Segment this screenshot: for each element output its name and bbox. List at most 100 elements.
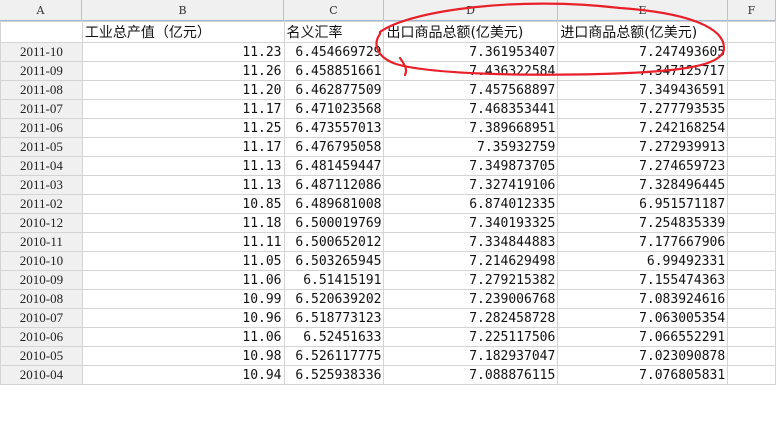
date-cell[interactable]: 2010-04	[0, 365, 83, 385]
value-cell-d[interactable]: 7.468353441	[383, 99, 559, 119]
value-cell-d[interactable]: 7.279215382	[383, 270, 559, 290]
date-cell[interactable]: 2011-08	[0, 80, 83, 100]
value-cell-c[interactable]: 6.473557013	[283, 118, 385, 138]
column-header-e[interactable]: E	[558, 0, 728, 21]
date-cell[interactable]: 2011-02	[0, 194, 83, 214]
value-cell-e[interactable]: 7.347125717	[557, 61, 729, 81]
value-cell-f[interactable]	[727, 346, 776, 366]
header-cell-a[interactable]	[0, 21, 83, 43]
value-cell-c[interactable]: 6.454669729	[283, 42, 385, 62]
column-header-b[interactable]: B	[82, 0, 284, 21]
value-cell-f[interactable]	[727, 251, 776, 271]
value-cell-d[interactable]: 7.340193325	[383, 213, 559, 233]
value-cell-f[interactable]	[727, 156, 776, 176]
value-cell-f[interactable]	[727, 175, 776, 195]
date-cell[interactable]: 2010-09	[0, 270, 83, 290]
value-cell-c[interactable]: 6.487112086	[283, 175, 385, 195]
date-cell[interactable]: 2010-07	[0, 308, 83, 328]
value-cell-e[interactable]: 7.277793535	[557, 99, 729, 119]
value-cell-b[interactable]: 11.06	[81, 270, 285, 290]
value-cell-e[interactable]: 7.066552291	[557, 327, 729, 347]
column-header-c[interactable]: C	[284, 0, 384, 21]
value-cell-b[interactable]: 10.98	[81, 346, 285, 366]
value-cell-e[interactable]: 6.99492331	[557, 251, 729, 271]
value-cell-c[interactable]: 6.525938336	[283, 365, 385, 385]
value-cell-e[interactable]: 7.076805831	[557, 365, 729, 385]
value-cell-c[interactable]: 6.481459447	[283, 156, 385, 176]
value-cell-f[interactable]	[727, 270, 776, 290]
value-cell-f[interactable]	[727, 308, 776, 328]
value-cell-f[interactable]	[727, 137, 776, 157]
value-cell-e[interactable]: 7.063005354	[557, 308, 729, 328]
value-cell-e[interactable]: 7.247493605	[557, 42, 729, 62]
value-cell-b[interactable]: 11.17	[81, 137, 285, 157]
value-cell-e[interactable]: 7.272939913	[557, 137, 729, 157]
value-cell-c[interactable]: 6.52451633	[283, 327, 385, 347]
value-cell-d[interactable]: 7.225117506	[383, 327, 559, 347]
value-cell-d[interactable]: 7.457568897	[383, 80, 559, 100]
value-cell-e[interactable]: 7.083924616	[557, 289, 729, 309]
value-cell-c[interactable]: 6.526117775	[283, 346, 385, 366]
value-cell-e[interactable]: 7.023090878	[557, 346, 729, 366]
value-cell-e[interactable]: 7.349436591	[557, 80, 729, 100]
value-cell-c[interactable]: 6.489681008	[283, 194, 385, 214]
value-cell-b[interactable]: 11.13	[81, 156, 285, 176]
date-cell[interactable]: 2010-10	[0, 251, 83, 271]
value-cell-d[interactable]: 7.389668951	[383, 118, 559, 138]
date-cell[interactable]: 2011-09	[0, 61, 83, 81]
value-cell-b[interactable]: 11.25	[81, 118, 285, 138]
value-cell-c[interactable]: 6.518773123	[283, 308, 385, 328]
value-cell-b[interactable]: 11.13	[81, 175, 285, 195]
column-header-d[interactable]: D	[384, 0, 558, 21]
date-cell[interactable]: 2010-08	[0, 289, 83, 309]
value-cell-f[interactable]	[727, 194, 776, 214]
column-header-f[interactable]: F	[728, 0, 776, 21]
value-cell-b[interactable]: 11.17	[81, 99, 285, 119]
value-cell-d[interactable]: 7.361953407	[383, 42, 559, 62]
value-cell-e[interactable]: 7.242168254	[557, 118, 729, 138]
value-cell-d[interactable]: 7.214629498	[383, 251, 559, 271]
date-cell[interactable]: 2010-05	[0, 346, 83, 366]
value-cell-f[interactable]	[727, 327, 776, 347]
value-cell-c[interactable]: 6.500652012	[283, 232, 385, 252]
value-cell-d[interactable]: 7.282458728	[383, 308, 559, 328]
date-cell[interactable]: 2011-07	[0, 99, 83, 119]
column-header-a[interactable]: A	[0, 0, 82, 21]
value-cell-f[interactable]	[727, 80, 776, 100]
date-cell[interactable]: 2011-04	[0, 156, 83, 176]
value-cell-b[interactable]: 11.26	[81, 61, 285, 81]
value-cell-d[interactable]: 7.436322584	[383, 61, 559, 81]
date-cell[interactable]: 2011-06	[0, 118, 83, 138]
value-cell-e[interactable]: 7.254835339	[557, 213, 729, 233]
value-cell-f[interactable]	[727, 289, 776, 309]
value-cell-b[interactable]: 11.23	[81, 42, 285, 62]
value-cell-b[interactable]: 10.99	[81, 289, 285, 309]
value-cell-c[interactable]: 6.500019769	[283, 213, 385, 233]
value-cell-f[interactable]	[727, 61, 776, 81]
value-cell-d[interactable]: 7.327419106	[383, 175, 559, 195]
value-cell-b[interactable]: 11.06	[81, 327, 285, 347]
date-cell[interactable]: 2011-05	[0, 137, 83, 157]
value-cell-d[interactable]: 7.088876115	[383, 365, 559, 385]
date-cell[interactable]: 2010-06	[0, 327, 83, 347]
value-cell-d[interactable]: 6.874012335	[383, 194, 559, 214]
value-cell-b[interactable]: 10.96	[81, 308, 285, 328]
value-cell-e[interactable]: 7.274659723	[557, 156, 729, 176]
value-cell-f[interactable]	[727, 232, 776, 252]
value-cell-c[interactable]: 6.520639202	[283, 289, 385, 309]
value-cell-b[interactable]: 10.94	[81, 365, 285, 385]
header-cell-e[interactable]: 进口商品总额(亿美元)	[557, 21, 729, 43]
value-cell-f[interactable]	[727, 99, 776, 119]
value-cell-d[interactable]: 7.239006768	[383, 289, 559, 309]
value-cell-b[interactable]: 11.11	[81, 232, 285, 252]
value-cell-b[interactable]: 11.05	[81, 251, 285, 271]
value-cell-e[interactable]: 6.951571187	[557, 194, 729, 214]
value-cell-b[interactable]: 11.20	[81, 80, 285, 100]
value-cell-c[interactable]: 6.503265945	[283, 251, 385, 271]
date-cell[interactable]: 2010-12	[0, 213, 83, 233]
value-cell-e[interactable]: 7.155474363	[557, 270, 729, 290]
value-cell-d[interactable]: 7.334844883	[383, 232, 559, 252]
value-cell-c[interactable]: 6.471023568	[283, 99, 385, 119]
value-cell-d[interactable]: 7.35932759	[383, 137, 559, 157]
date-cell[interactable]: 2010-11	[0, 232, 83, 252]
